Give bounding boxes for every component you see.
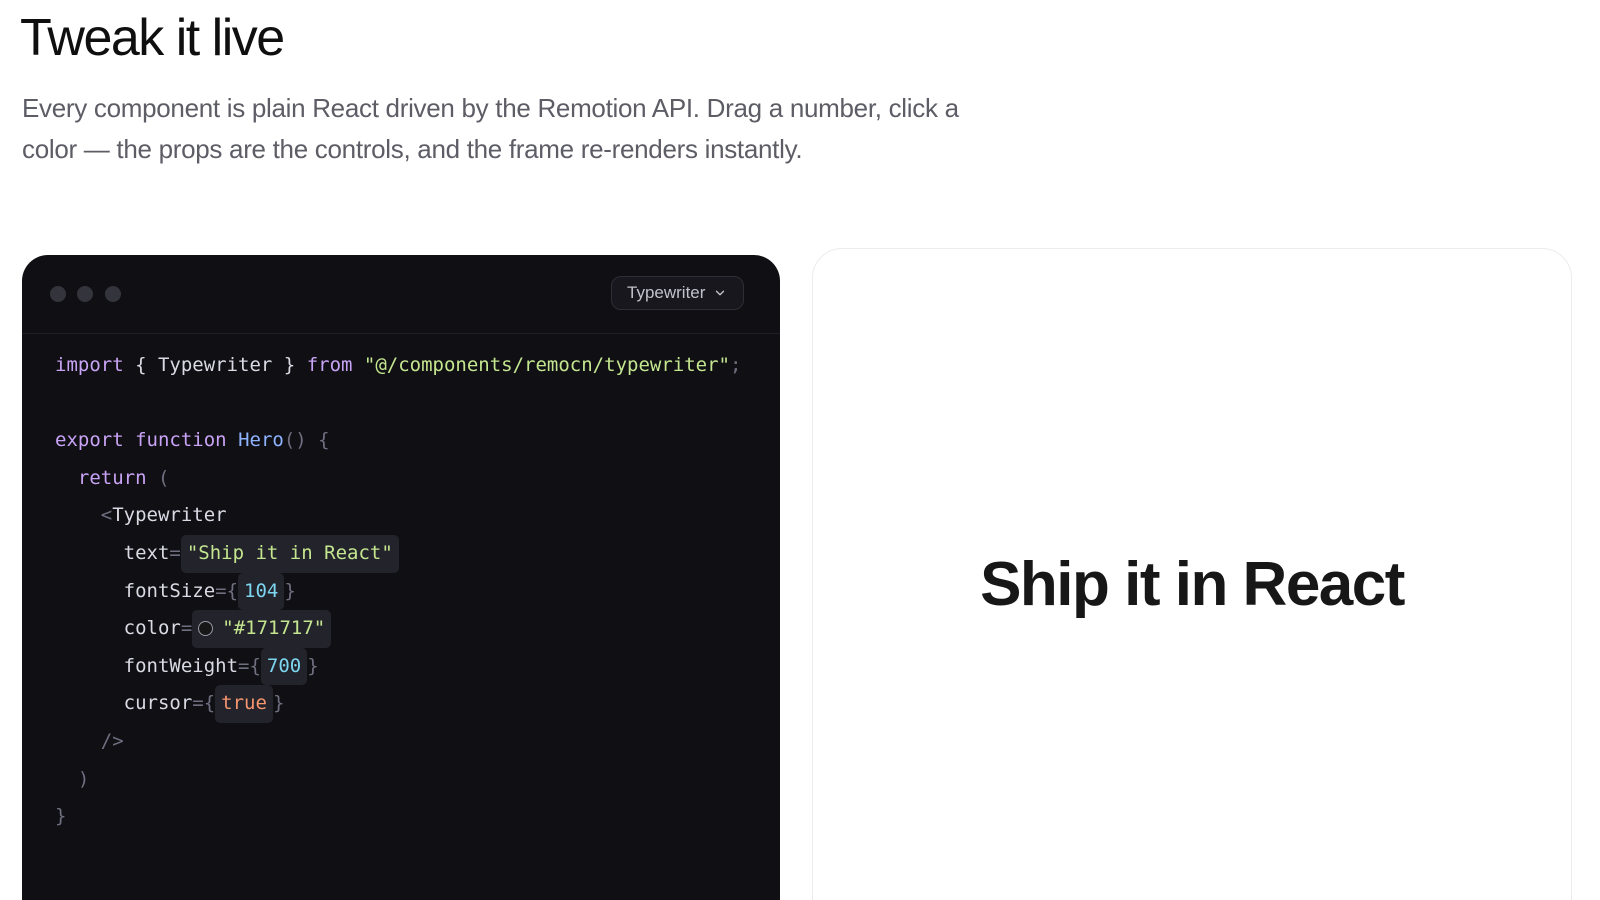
punct: ={ <box>215 579 239 602</box>
preview-panel: Ship it in React <box>812 248 1572 900</box>
code-line-prop-text: text= "Ship it in React" <box>55 534 741 573</box>
prop-name-fontweight: fontWeight <box>123 654 239 677</box>
code-line-return: return ( <box>55 460 741 498</box>
import-path: "@/components/remocn/typewriter" <box>363 354 730 376</box>
code-line-paren-close: ) <box>55 761 741 799</box>
code-editor-panel: Typewriter import { Typewriter } from "@… <box>22 255 780 900</box>
component-select-label: Typewriter <box>627 283 706 302</box>
color-value: "#171717" <box>222 617 326 640</box>
prop-name-text: text <box>123 541 170 564</box>
page-lede: Every component is plain React driven by… <box>22 93 959 164</box>
code-line-prop-color: color= "#171717" <box>55 610 741 648</box>
punct: { <box>123 354 158 376</box>
code-line-self-close: /> <box>55 723 741 761</box>
editor-titlebar: Typewriter <box>22 255 780 334</box>
window-dot-3 <box>105 286 121 302</box>
window-dot-1 <box>50 286 66 302</box>
punct: } <box>55 805 67 828</box>
keyword-return: return <box>77 466 147 489</box>
cursor-toggle[interactable]: true <box>215 685 273 723</box>
component-select[interactable]: Typewriter <box>611 276 745 310</box>
keyword-export: export <box>55 429 124 452</box>
punct: = <box>180 617 193 640</box>
page-title: Tweak it live <box>20 9 285 67</box>
punct: = <box>169 541 181 564</box>
punct: ; <box>729 354 742 376</box>
punct: ={ <box>238 654 261 677</box>
fontsize-scrubber[interactable]: 104 <box>238 572 285 611</box>
punct: ) <box>77 767 90 790</box>
punct: /> <box>100 729 124 752</box>
prop-name-fontsize: fontSize <box>123 579 216 602</box>
chevron-down-icon <box>716 290 725 296</box>
prop-name-cursor: cursor <box>123 692 193 715</box>
punct: () { <box>283 429 330 452</box>
punct: } <box>272 692 285 715</box>
jsx-tag-name: Typewriter <box>112 504 227 527</box>
punct: } <box>284 579 296 602</box>
window-dot-2 <box>77 286 93 302</box>
text-prop-input[interactable]: "Ship it in React" <box>180 534 399 573</box>
punct: } <box>307 654 319 677</box>
keyword-import: import <box>55 354 124 376</box>
code-line-prop-fontsize: fontSize={104} <box>55 572 741 611</box>
fontweight-scrubber[interactable]: 700 <box>260 647 308 686</box>
code-line-tag-open: <Typewriter <box>55 497 741 535</box>
import-name: Typewriter <box>157 354 273 376</box>
code-line-fn-close: } <box>55 798 741 836</box>
code-line-prop-fontweight: fontWeight={700} <box>55 647 741 686</box>
color-swatch-icon[interactable] <box>198 621 214 637</box>
function-name: Hero <box>238 429 284 452</box>
code-line-export: export function Hero() { <box>55 422 741 460</box>
prop-name-color: color <box>123 617 181 640</box>
punct: ( <box>146 466 170 489</box>
code-block: import { Typewriter } from "@/components… <box>55 347 741 836</box>
keyword-function: function <box>135 429 227 452</box>
punct: < <box>100 504 113 527</box>
preview-typewriter-text: Ship it in React <box>980 550 1405 619</box>
color-picker-control[interactable]: "#171717" <box>192 610 332 648</box>
punct: } <box>272 354 307 376</box>
code-line-import: import { Typewriter } from "@/components… <box>55 347 741 385</box>
code-line-prop-cursor: cursor={true} <box>55 685 741 723</box>
keyword-from: from <box>306 354 353 376</box>
punct: ={ <box>192 692 216 715</box>
